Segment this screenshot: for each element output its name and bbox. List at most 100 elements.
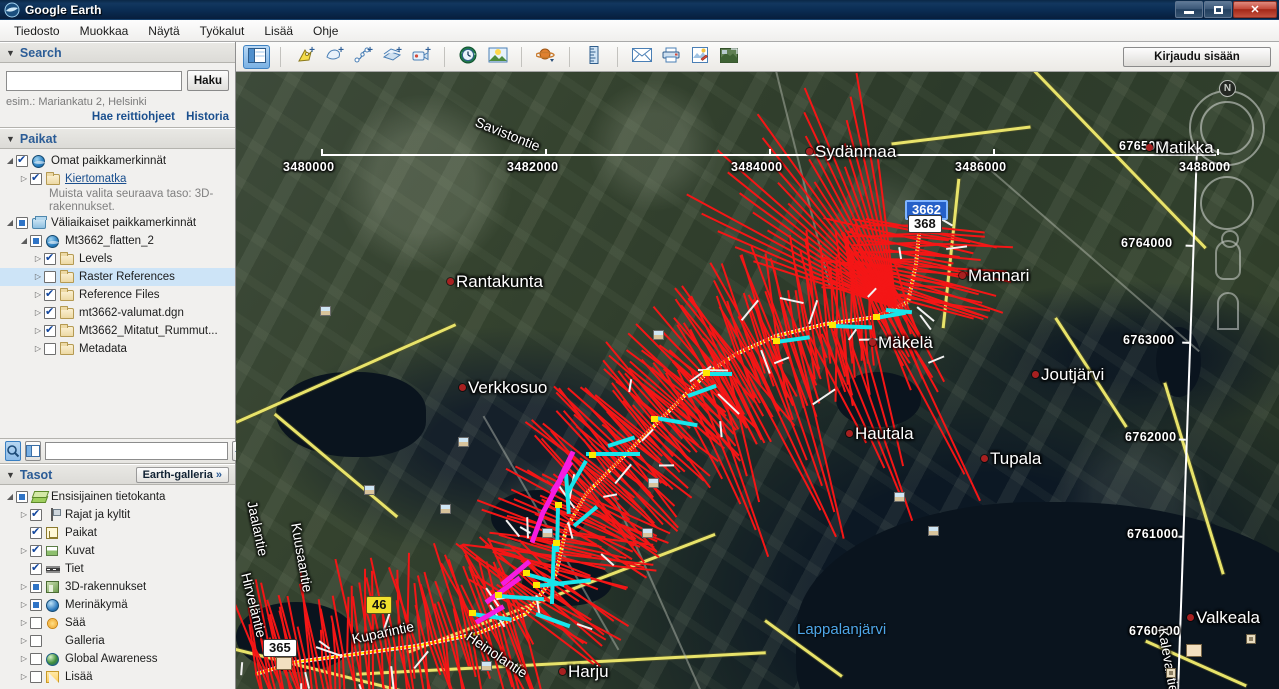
poi-marker[interactable] bbox=[1186, 644, 1202, 657]
checkbox-off[interactable] bbox=[30, 635, 42, 647]
layers-node[interactable]: ▷ Rajat ja kyltit bbox=[0, 506, 235, 524]
email-button[interactable] bbox=[628, 45, 655, 69]
sign-in-button[interactable]: Kirjaudu sisään bbox=[1123, 46, 1271, 67]
checkbox-partial[interactable] bbox=[30, 599, 42, 611]
layers-node[interactable]: ▷ Galleria bbox=[0, 632, 235, 650]
expander-closed-icon[interactable]: ▷ bbox=[18, 673, 30, 681]
checkbox-on[interactable] bbox=[44, 305, 56, 319]
checkbox-on[interactable] bbox=[16, 153, 28, 167]
poi-marker[interactable] bbox=[364, 485, 375, 495]
place-pin[interactable] bbox=[1187, 614, 1194, 621]
print-button[interactable] bbox=[657, 45, 684, 69]
checkbox-partial[interactable] bbox=[30, 581, 42, 593]
expander-open-icon[interactable]: ◢ bbox=[18, 237, 30, 245]
poi-marker[interactable] bbox=[276, 657, 292, 670]
place-pin[interactable] bbox=[447, 278, 454, 285]
magnifier-icon[interactable] bbox=[5, 441, 21, 461]
ruler-button[interactable] bbox=[580, 45, 607, 69]
menu-tools[interactable]: Työkalut bbox=[190, 21, 255, 41]
view-in-maps-button[interactable] bbox=[715, 45, 742, 69]
switch-planet-button[interactable] bbox=[532, 45, 559, 69]
checkbox-on[interactable] bbox=[30, 525, 42, 539]
pan-ring-icon[interactable] bbox=[1200, 176, 1254, 230]
earth-gallery-button[interactable]: Earth-galleria » bbox=[135, 466, 229, 483]
expander-open-icon[interactable]: ◢ bbox=[4, 157, 16, 165]
poi-marker[interactable] bbox=[320, 306, 331, 316]
road-shield[interactable]: 368 bbox=[908, 215, 942, 233]
expander-closed-icon[interactable]: ▷ bbox=[32, 273, 44, 281]
search-panel-header[interactable]: ▼ Search bbox=[0, 42, 235, 63]
close-button[interactable]: ✕ bbox=[1233, 1, 1277, 18]
places-node[interactable]: ▷ Kiertomatka bbox=[0, 170, 235, 188]
menu-edit[interactable]: Muokkaa bbox=[70, 21, 139, 41]
compass-inner-ring-icon[interactable] bbox=[1200, 101, 1254, 155]
place-pin[interactable] bbox=[1032, 371, 1039, 378]
places-node[interactable]: ▷ Mt3662_Mitatut_Rummut... bbox=[0, 322, 235, 340]
poi-marker[interactable] bbox=[928, 526, 939, 536]
split-view-icon[interactable] bbox=[25, 441, 41, 461]
poi-marker[interactable] bbox=[648, 478, 659, 488]
layers-node[interactable]: ▷ Lisää bbox=[0, 668, 235, 686]
add-path-button[interactable]: + bbox=[349, 45, 376, 69]
checkbox-on[interactable] bbox=[30, 561, 42, 575]
places-node[interactable]: ▷ Raster References bbox=[0, 268, 235, 286]
expander-closed-icon[interactable]: ▷ bbox=[18, 637, 30, 645]
layers-node[interactable]: ▷ Merinäkymä bbox=[0, 596, 235, 614]
places-node[interactable]: ▷ Metadata bbox=[0, 340, 235, 358]
places-node[interactable]: ◢ Mt3662_flatten_2 bbox=[0, 232, 235, 250]
layers-node[interactable]: ▷ 3D-rakennukset bbox=[0, 578, 235, 596]
poi-marker[interactable] bbox=[440, 504, 451, 514]
expander-closed-icon[interactable]: ▷ bbox=[18, 175, 30, 183]
poi-marker[interactable] bbox=[894, 492, 905, 502]
layers-node[interactable]: ◢ Ensisijainen tietokanta bbox=[0, 488, 235, 506]
historical-imagery-button[interactable] bbox=[455, 45, 482, 69]
add-polygon-button[interactable]: + bbox=[320, 45, 347, 69]
checkbox-partial[interactable] bbox=[16, 491, 28, 503]
places-node[interactable]: ◢ Väliaikaiset paikkamerkinnät bbox=[0, 214, 235, 232]
layers-node[interactable]: ▷ Kuvat bbox=[0, 542, 235, 560]
search-button[interactable]: Haku bbox=[186, 70, 229, 91]
expander-closed-icon[interactable]: ▷ bbox=[18, 655, 30, 663]
expander-closed-icon[interactable]: ▷ bbox=[32, 255, 44, 263]
minimize-button[interactable] bbox=[1175, 1, 1203, 18]
poi-marker[interactable] bbox=[458, 437, 469, 447]
checkbox-off[interactable] bbox=[30, 653, 42, 665]
expander-open-icon[interactable]: ◢ bbox=[4, 219, 16, 227]
expander-closed-icon[interactable]: ▷ bbox=[32, 345, 44, 353]
expander-closed-icon[interactable]: ▷ bbox=[18, 601, 30, 609]
place-pin[interactable] bbox=[959, 272, 966, 279]
layers-node[interactable]: Tiet bbox=[0, 560, 235, 578]
places-node-label[interactable]: Kiertomatka bbox=[65, 173, 126, 185]
navigation-controls[interactable]: N bbox=[1189, 80, 1267, 330]
places-node[interactable]: ◢ Omat paikkamerkinnät bbox=[0, 152, 235, 170]
poi-marker[interactable] bbox=[653, 330, 664, 340]
checkbox-on[interactable] bbox=[44, 323, 56, 337]
poi-marker[interactable] bbox=[542, 528, 553, 538]
place-pin[interactable] bbox=[806, 148, 813, 155]
menu-help[interactable]: Ohje bbox=[303, 21, 348, 41]
toggle-sidebar-button[interactable] bbox=[243, 44, 270, 69]
poi-marker[interactable] bbox=[1166, 668, 1176, 678]
expander-open-icon[interactable]: ◢ bbox=[4, 493, 16, 501]
sunlight-button[interactable] bbox=[484, 45, 511, 69]
place-pin[interactable] bbox=[981, 455, 988, 462]
road-shield[interactable]: 365 bbox=[263, 639, 297, 657]
search-input[interactable] bbox=[6, 70, 182, 91]
checkbox-off[interactable] bbox=[44, 343, 56, 355]
add-image-overlay-button[interactable]: + bbox=[378, 45, 405, 69]
record-tour-button[interactable]: + bbox=[407, 45, 434, 69]
poi-marker[interactable] bbox=[481, 661, 492, 671]
save-image-button[interactable] bbox=[686, 45, 713, 69]
places-node[interactable]: ▷ Levels bbox=[0, 250, 235, 268]
place-pin[interactable] bbox=[559, 668, 566, 675]
checkbox-off[interactable] bbox=[30, 617, 42, 629]
place-pin[interactable] bbox=[1146, 144, 1153, 151]
north-indicator[interactable]: N bbox=[1219, 80, 1236, 97]
expander-closed-icon[interactable]: ▷ bbox=[32, 309, 44, 317]
add-placemark-button[interactable]: + bbox=[291, 45, 318, 69]
maximize-button[interactable] bbox=[1204, 1, 1232, 18]
get-directions-link[interactable]: Hae reittiohjeet bbox=[92, 111, 175, 123]
layers-node[interactable]: Paikat bbox=[0, 524, 235, 542]
checkbox-partial[interactable] bbox=[30, 235, 42, 247]
checkbox-on[interactable] bbox=[44, 287, 56, 301]
